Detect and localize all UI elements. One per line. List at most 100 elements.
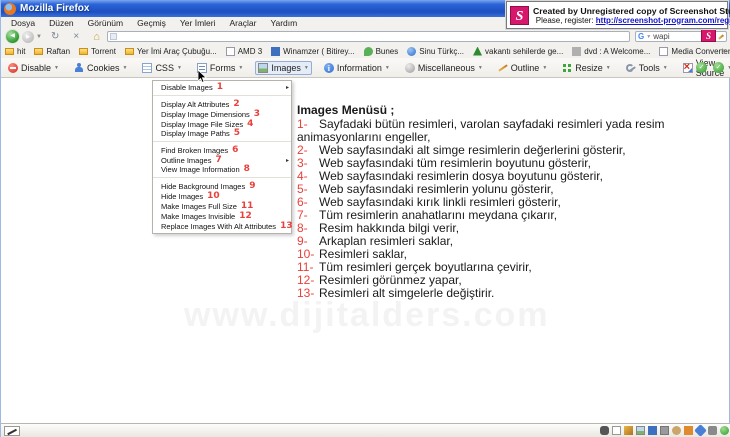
annotation-number: 1 <box>217 83 223 92</box>
home-icon[interactable]: ⌂ <box>93 31 100 43</box>
dropdown-menu-item[interactable]: Make Images Full Size 11 ▸ <box>153 201 291 211</box>
menu-bar-item[interactable]: Araçlar <box>224 18 263 28</box>
snip-tool-icon[interactable] <box>4 426 20 436</box>
bookmark-item[interactable]: Media Converter - iR... <box>659 47 730 56</box>
dropdown-menu-item[interactable]: Make Images Invisible 12 ▸ <box>153 211 291 221</box>
annotation-number: 12 <box>239 212 252 221</box>
chevron-down-icon: ▼ <box>304 65 309 71</box>
bookmark-icon <box>79 48 88 55</box>
firebug-icon[interactable] <box>600 426 609 435</box>
edit-icon[interactable] <box>624 426 633 435</box>
dropdown-menu-item[interactable]: Disable Images 1 ▸ <box>153 83 291 96</box>
devtoolbar-item[interactable]: Outline ▼ <box>495 61 550 75</box>
dropdown-menu-item[interactable]: Display Image Dimensions 3 ▸ <box>153 109 291 119</box>
menu-bar-item[interactable]: Görünüm <box>82 18 129 28</box>
chevron-down-icon: ▼ <box>478 65 483 71</box>
image-icon[interactable] <box>636 426 645 435</box>
dropdown-menu-item[interactable]: Display Image Paths 5 ▸ <box>153 129 291 142</box>
annotation-number: 10 <box>207 192 220 201</box>
devtoolbar-item[interactable]: Disable ▼ <box>5 61 62 75</box>
print-icon[interactable] <box>660 426 669 435</box>
bookmark-item[interactable]: Sinu Türkç... <box>407 47 464 56</box>
devtoolbar-item-icon <box>562 63 572 73</box>
dropdown-menu-item[interactable]: Hide Images 10 ▸ <box>153 191 291 201</box>
devtoolbar-item[interactable]: Miscellaneous ▼ <box>402 61 486 75</box>
valid-html-icon[interactable]: ✓ <box>713 62 724 73</box>
page-watermark: www.dijitalders.com <box>184 298 549 332</box>
window-title: Mozilla Firefox <box>20 3 89 14</box>
undo-icon[interactable] <box>672 426 681 435</box>
browser-window: Mozilla Firefox S Created by Unregistere… <box>0 0 730 437</box>
bookmark-icon <box>271 47 280 56</box>
bookmark-item[interactable]: Bunes <box>364 47 399 56</box>
reload-icon[interactable]: ↻ <box>51 29 59 44</box>
screenshot-studio-banner: S Created by Unregistered copy of Screen… <box>506 1 728 29</box>
devtoolbar-item-icon <box>324 63 334 73</box>
annotation-number: 13 <box>280 222 293 231</box>
bookmark-icon <box>125 48 134 55</box>
menu-bar-item[interactable]: Yardım <box>264 18 303 28</box>
submenu-arrow-icon: ▸ <box>286 157 289 164</box>
dropdown-menu-item[interactable]: Display Alt Attributes 2 ▸ <box>153 99 291 109</box>
dropdown-menu-item[interactable]: Display Image File Sizes 4 ▸ <box>153 119 291 129</box>
chevron-down-icon: ▼ <box>385 65 390 71</box>
images-dropdown-menu: Disable Images 1 ▸ Display Alt Attribute… <box>152 80 292 234</box>
bookmarks-overflow-chevron[interactable]: » <box>722 46 726 55</box>
menu-bar-item[interactable]: Dosya <box>5 18 41 28</box>
bookmark-icon <box>364 47 373 56</box>
stop-icon[interactable]: × <box>73 29 79 44</box>
link-icon[interactable] <box>694 424 707 437</box>
register-link[interactable]: http://screenshot-program.com/register <box>596 16 730 25</box>
bookmark-icon <box>226 47 235 56</box>
devtoolbar-item[interactable]: Resize ▼ <box>559 61 613 75</box>
history-dropdown-icon[interactable]: ▼ <box>36 34 42 40</box>
devtoolbar-item[interactable]: Information ▼ <box>321 61 393 75</box>
bookmark-item[interactable]: Winamzer ( Bitirey... <box>271 47 354 56</box>
dropdown-menu-item[interactable]: Hide Background Images 9 ▸ <box>153 181 291 191</box>
google-icon: G <box>638 32 644 41</box>
annotation-number: 8 <box>244 165 250 174</box>
address-input[interactable] <box>119 32 627 41</box>
highlight-icon[interactable] <box>684 426 693 435</box>
settings-icon[interactable] <box>708 426 717 435</box>
devtoolbar-item[interactable]: Tools ▼ <box>623 61 671 75</box>
annotation-number: 7 <box>215 156 221 165</box>
devtoolbar-item[interactable]: Images ▼ <box>255 61 311 75</box>
back-button[interactable]: ◀ <box>5 29 20 44</box>
search-engine-dropdown-icon[interactable]: ▼ <box>646 34 651 40</box>
status-ok-icon[interactable] <box>720 426 729 435</box>
annotation-number: 3 <box>254 110 260 119</box>
bookmark-item[interactable]: hit <box>5 47 25 56</box>
devtoolbar-controls: × ✓ ✓ <box>684 61 724 73</box>
menu-bar-item[interactable]: Düzen <box>43 18 80 28</box>
navigation-toolbar: ◀ ▶ ▼ ↻ × ⌂ G ▼ <box>1 29 730 44</box>
close-icon[interactable]: × <box>684 61 690 73</box>
bookmark-item[interactable]: dvd : A Welcome... <box>572 47 650 56</box>
status-bar <box>1 423 730 437</box>
bookmark-item[interactable]: AMD 3 <box>226 47 262 56</box>
bookmark-item[interactable]: Raftan <box>34 47 70 56</box>
save-icon[interactable] <box>648 426 657 435</box>
devtoolbar-item-icon <box>626 63 636 73</box>
devtoolbar-item[interactable]: CSS ▼ <box>139 61 184 75</box>
firefox-icon <box>4 3 16 15</box>
chevron-down-icon: ▼ <box>54 65 59 71</box>
bookmark-item[interactable]: Yer İmi Araç Çubuğu... <box>125 47 217 56</box>
quill-icon <box>718 34 724 40</box>
devtoolbar-item[interactable]: Cookies ▼ <box>71 61 130 75</box>
bookmark-item[interactable]: Torrent <box>79 47 116 56</box>
annotation-number: 5 <box>234 129 240 138</box>
forward-button[interactable]: ▶ <box>22 31 34 43</box>
devtoolbar-item-icon <box>258 63 268 73</box>
menu-bar-item[interactable]: Yer İmleri <box>174 18 222 28</box>
valid-css-icon[interactable]: ✓ <box>696 62 707 73</box>
menu-bar-item[interactable]: Geçmiş <box>131 18 172 28</box>
dropdown-menu-item[interactable]: Find Broken Images 6 ▸ <box>153 145 291 155</box>
new-page-icon[interactable] <box>612 426 621 435</box>
bookmark-item[interactable]: vakantı sehilerde ge... <box>473 47 563 56</box>
dropdown-menu-item[interactable]: Replace Images With Alt Attributes 13 ▸ <box>153 221 291 231</box>
dropdown-menu-item[interactable]: View Image Information 8 ▸ <box>153 165 291 178</box>
address-bar[interactable] <box>107 31 630 42</box>
dropdown-menu-item[interactable]: Outline Images 7 ▸ <box>153 155 291 165</box>
chevron-down-icon: ▼ <box>177 65 182 71</box>
